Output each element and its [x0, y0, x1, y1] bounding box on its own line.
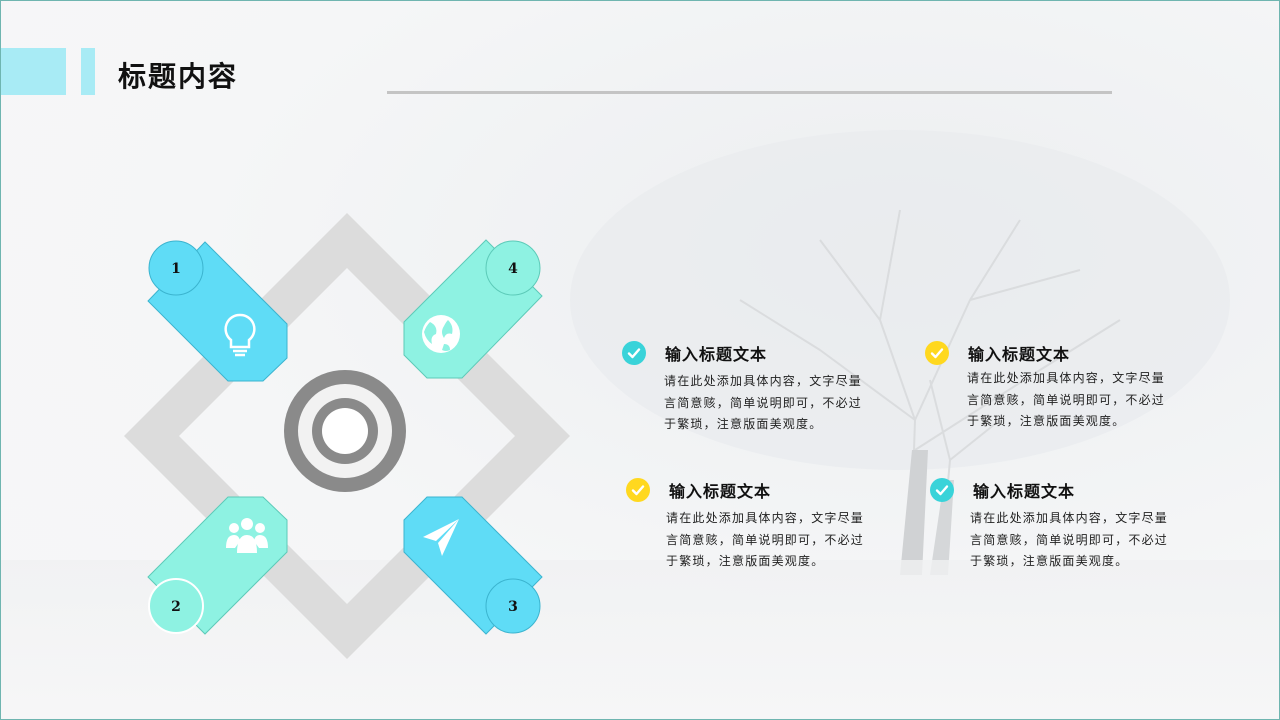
item-title: 输入标题文本	[968, 345, 1071, 364]
check-circle-icon	[622, 341, 646, 365]
segment-3-number: 3	[508, 599, 518, 615]
target-icon	[284, 370, 406, 492]
check-circle-icon	[925, 341, 949, 365]
item-title: 输入标题文本	[973, 482, 1076, 501]
item-body: 请在此处添加具体内容，文字尽量言简意赅，简单说明即可，不必过于繁琐，注意版面美观…	[666, 511, 865, 568]
list-item-3: 输入标题文本 请在此处添加具体内容，文字尽量言简意赅，简单说明即可，不必过于繁琐…	[626, 478, 866, 573]
list-item-4: 输入标题文本 请在此处添加具体内容，文字尽量言简意赅，简单说明即可，不必过于繁琐…	[930, 478, 1170, 573]
item-title: 输入标题文本	[665, 345, 768, 364]
check-circle-icon	[626, 478, 650, 502]
item-title: 输入标题文本	[669, 482, 772, 501]
item-body: 请在此处添加具体内容，文字尽量言简意赅，简单说明即可，不必过于繁琐，注意版面美观…	[664, 374, 863, 431]
segment-2: 2	[147, 496, 288, 635]
segment-4: 4	[403, 239, 543, 379]
segment-4-number: 4	[508, 261, 518, 277]
item-body: 请在此处添加具体内容，文字尽量言简意赅，简单说明即可，不必过于繁琐，注意版面美观…	[967, 371, 1166, 428]
segment-1-number: 1	[171, 261, 181, 277]
globe-icon	[422, 315, 460, 353]
segment-3: 3	[403, 496, 543, 635]
list-item-1: 输入标题文本 请在此处添加具体内容，文字尽量言简意赅，简单说明即可，不必过于繁琐…	[622, 341, 862, 436]
segment-1: 1	[147, 240, 288, 382]
slide: 标题内容 1 4 2 3 输入标题文本 请在此处添加具体内容，文字尽量言简意赅，…	[0, 0, 1280, 720]
item-body: 请在此处添加具体内容，文字尽量言简意赅，简单说明即可，不必过于繁琐，注意版面美观…	[970, 511, 1169, 568]
segment-2-number: 2	[171, 599, 181, 615]
check-circle-icon	[930, 478, 954, 502]
list-item-2: 输入标题文本 请在此处添加具体内容，文字尽量言简意赅，简单说明即可，不必过于繁琐…	[925, 341, 1165, 433]
